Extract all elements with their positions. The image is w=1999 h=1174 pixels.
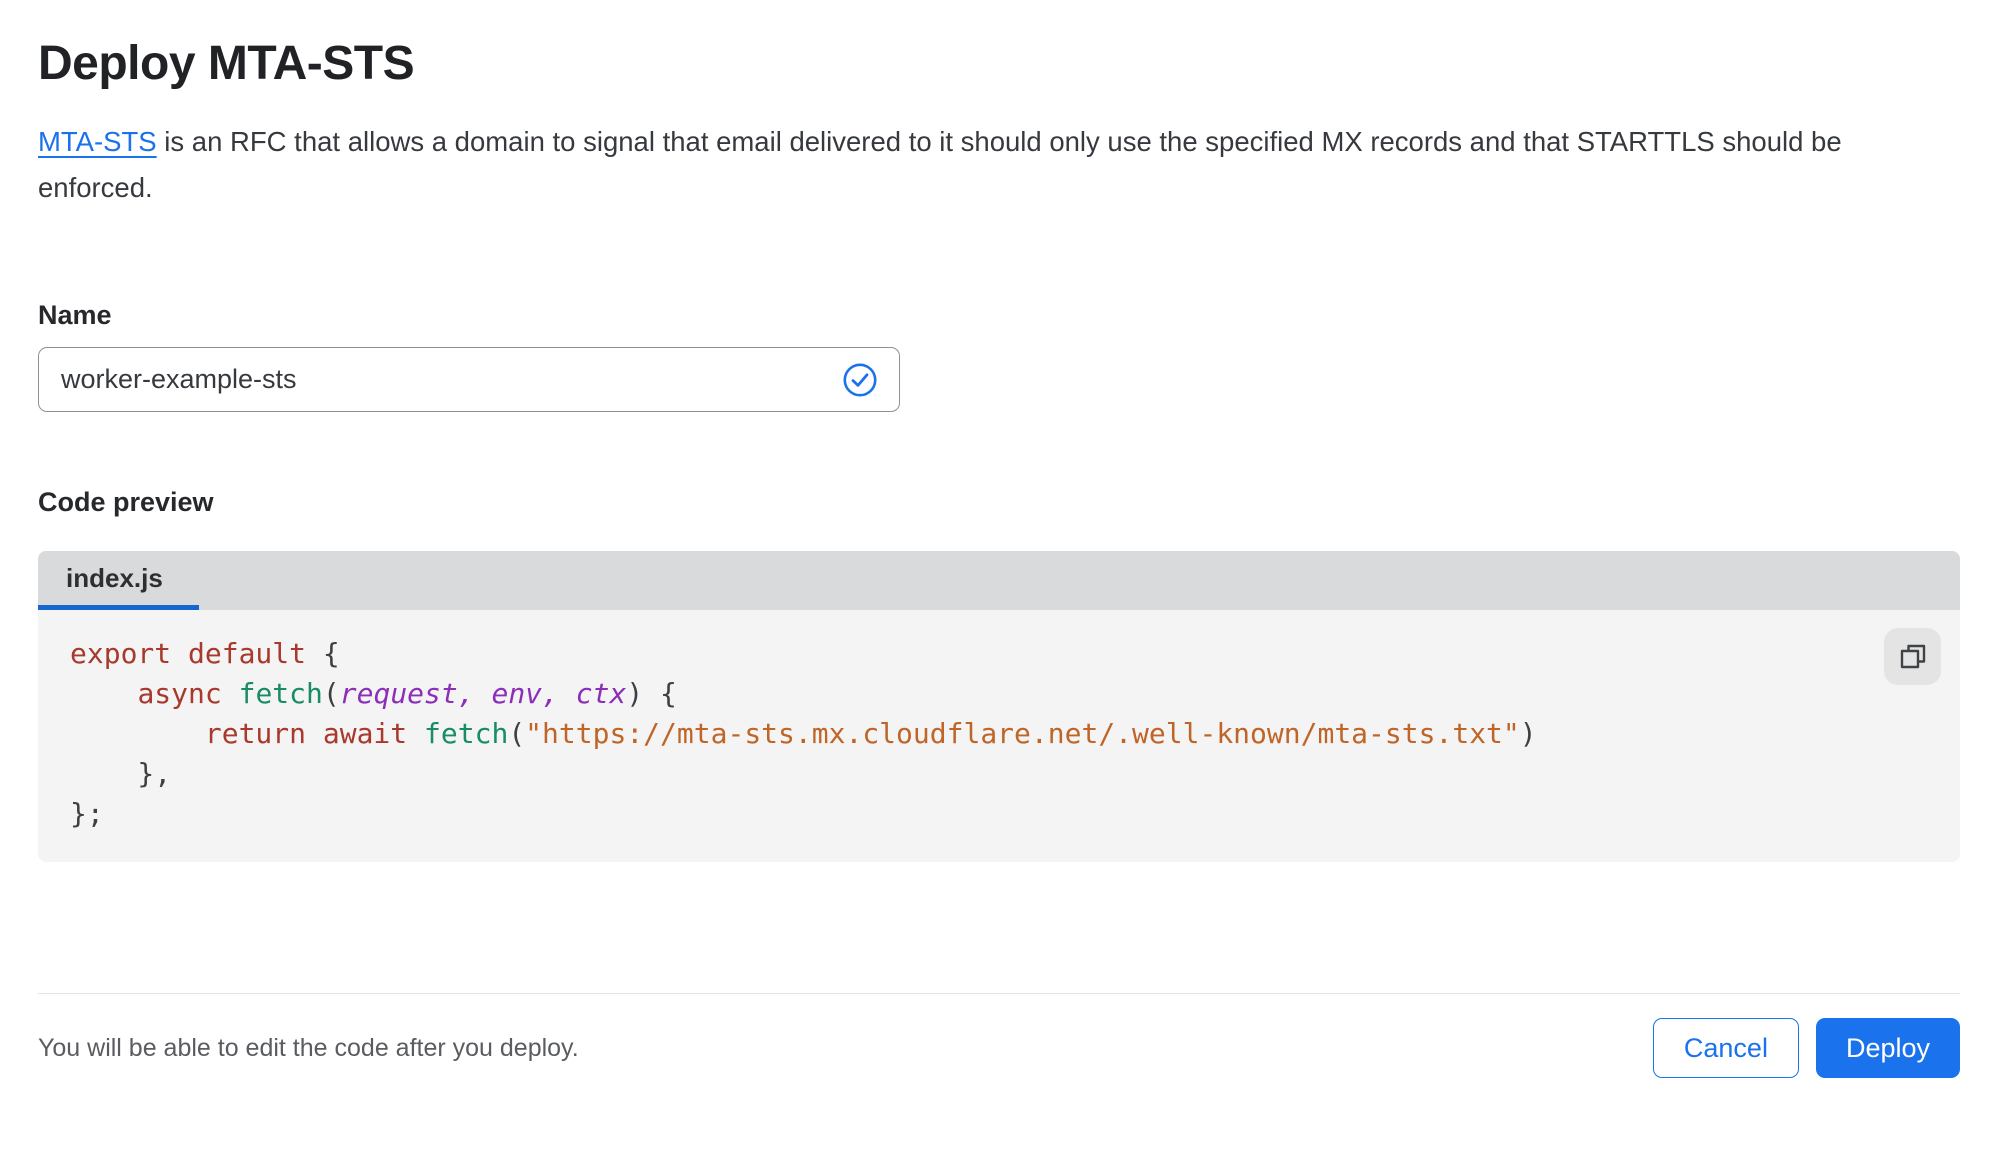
page-title: Deploy MTA-STS bbox=[38, 37, 415, 90]
code-tab-bar: index.js bbox=[38, 551, 1960, 610]
footer-note: You will be able to edit the code after … bbox=[38, 1033, 579, 1062]
description-body: is an RFC that allows a domain to signal… bbox=[38, 126, 1842, 203]
mta-sts-link[interactable]: MTA-STS bbox=[38, 126, 157, 157]
code-area: export default { async fetch(request, en… bbox=[38, 610, 1960, 862]
copy-icon bbox=[1900, 644, 1925, 668]
name-input-wrap bbox=[38, 347, 900, 412]
footer-divider bbox=[38, 993, 1960, 994]
deploy-button[interactable]: Deploy bbox=[1815, 1018, 1960, 1078]
name-label: Name bbox=[38, 300, 112, 330]
code-preview-block: index.js export default { async fetch(re… bbox=[38, 551, 1960, 862]
footer: You will be able to edit the code after … bbox=[38, 1018, 1960, 1078]
cancel-button[interactable]: Cancel bbox=[1652, 1018, 1799, 1078]
copy-code-button[interactable] bbox=[1884, 628, 1941, 685]
footer-actions: Cancel Deploy bbox=[1652, 1018, 1960, 1078]
description-text: MTA-STS is an RFC that allows a domain t… bbox=[38, 119, 1950, 211]
check-circle-icon bbox=[843, 363, 877, 396]
code-preview-label: Code preview bbox=[38, 487, 214, 517]
tab-index-js[interactable]: index.js bbox=[38, 551, 199, 610]
code-content: export default { async fetch(request, en… bbox=[70, 637, 1537, 830]
name-input[interactable] bbox=[38, 347, 900, 412]
deploy-mta-sts-page: Deploy MTA-STS MTA-STS is an RFC that al… bbox=[0, 36, 1999, 1078]
